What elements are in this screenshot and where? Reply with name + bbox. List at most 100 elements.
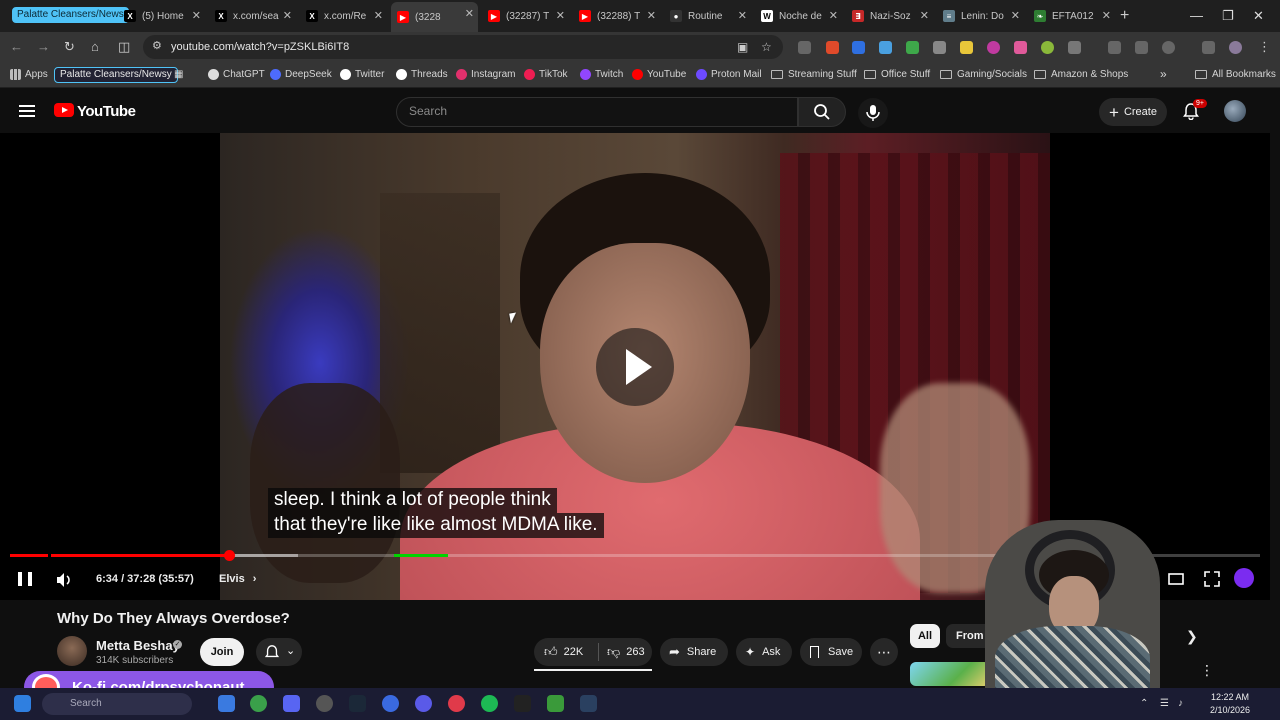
close-tab-icon[interactable]: ✕ (283, 9, 292, 22)
bookmark-threads[interactable]: Threads (396, 69, 448, 80)
share-button[interactable]: ➦ Share (660, 638, 728, 666)
dislike-button[interactable]: 👎︎ 263 (599, 644, 645, 660)
app-icon[interactable] (448, 695, 465, 712)
browser-tab[interactable]: ❧ EFTA012 ✕ (1028, 4, 1115, 28)
profile-avatar[interactable] (1229, 41, 1242, 54)
extension-icon[interactable] (1041, 41, 1054, 54)
app-icon[interactable] (382, 695, 399, 712)
close-tab-icon[interactable]: ✕ (829, 9, 838, 22)
restore-icon[interactable]: ❐ (1222, 8, 1234, 24)
taskbar-search[interactable]: Search (42, 693, 192, 715)
subscription-bell-button[interactable]: ⌄ (256, 638, 302, 666)
browser-tab[interactable]: Xx.com/Re ✕ (300, 4, 387, 28)
channel-name[interactable]: Metta Beshay (96, 638, 180, 653)
sponsorblock-icon[interactable] (1234, 568, 1254, 588)
network-icon[interactable]: ☰ (1160, 698, 1169, 709)
search-input[interactable] (409, 104, 779, 118)
bookmark-tiktok[interactable]: TikTok (524, 69, 568, 80)
volume-icon[interactable] (54, 570, 74, 590)
extension-icon[interactable] (879, 41, 892, 54)
volume-tray-icon[interactable]: ♪ (1178, 698, 1183, 709)
browser-tab[interactable]: ▶ (32287) T ✕ (482, 4, 569, 28)
close-tab-icon[interactable]: ✕ (920, 9, 929, 22)
search-box[interactable] (396, 97, 798, 127)
close-tab-icon[interactable]: ✕ (465, 7, 474, 20)
forward-icon[interactable]: → (37, 39, 50, 54)
more-actions-icon[interactable]: ⋯ (870, 638, 898, 666)
close-tab-icon[interactable]: ✕ (374, 9, 383, 22)
join-button[interactable]: Join (200, 638, 244, 666)
app-icon[interactable] (316, 695, 333, 712)
bookmark-twitter[interactable]: Twitter (340, 69, 384, 80)
signal-icon[interactable] (415, 695, 432, 712)
discord-icon[interactable] (283, 695, 300, 712)
chevron-right-icon[interactable]: ❯ (1186, 628, 1198, 645)
search-button[interactable] (798, 97, 846, 127)
tray-chevron-icon[interactable]: ⌃ (1140, 698, 1148, 709)
browser-tab[interactable]: ≡ Lenin: Do ✕ (937, 4, 1024, 28)
chapter-button[interactable]: Elvis › (219, 573, 256, 585)
apps-shortcut[interactable]: Apps (10, 69, 48, 80)
minimize-icon[interactable]: — (1190, 8, 1203, 23)
bookmark-star-icon[interactable]: ☆ (761, 40, 772, 54)
bookmark-folder[interactable]: Streaming Stuff (771, 69, 857, 80)
sidebar-toggle-icon[interactable]: ◫ (118, 39, 130, 55)
extension-icon[interactable] (826, 41, 839, 54)
tab-groups-icon[interactable]: ▦ (174, 69, 183, 80)
browser-tab[interactable]: X (5) Home ✕ (118, 4, 205, 28)
pause-icon[interactable] (18, 572, 32, 586)
chip-all[interactable]: All (910, 624, 940, 648)
save-button[interactable]: Save (800, 638, 862, 666)
recommended-video-thumbnail[interactable] (910, 662, 990, 686)
cast-icon[interactable]: ▣ (737, 40, 748, 54)
bookmark-folder[interactable]: Gaming/Socials (940, 69, 1027, 80)
hamburger-menu-icon[interactable] (19, 105, 35, 117)
bookmark-chatgpt[interactable]: ChatGPT (208, 69, 265, 80)
channel-avatar[interactable] (57, 636, 87, 666)
close-tab-icon[interactable]: ✕ (556, 9, 565, 22)
more-vertical-icon[interactable]: ⋮ (1200, 662, 1214, 679)
close-tab-icon[interactable]: ✕ (192, 9, 201, 22)
progress-scrubber-handle[interactable] (223, 550, 235, 561)
browser-tab[interactable]: ▶ (32288) T ✕ (573, 4, 660, 28)
youtube-logo-icon[interactable] (54, 103, 74, 117)
close-window-icon[interactable]: ✕ (1253, 8, 1264, 24)
bookmark-deepseek[interactable]: DeepSeek (270, 69, 332, 80)
windows-start-icon[interactable] (14, 695, 31, 712)
account-avatar[interactable] (1224, 100, 1246, 122)
like-button[interactable]: 👍︎ 22K (534, 644, 598, 660)
steam-icon[interactable] (580, 695, 597, 712)
history-icon[interactable] (1162, 41, 1175, 54)
bookmark-proton-mail[interactable]: Proton Mail (696, 69, 762, 80)
home-icon[interactable]: ⌂ (91, 39, 99, 54)
bookmark-instagram[interactable]: Instagram (456, 69, 515, 80)
app-icon[interactable] (547, 695, 564, 712)
close-tab-icon[interactable]: ✕ (647, 9, 656, 22)
voice-search-button[interactable] (858, 98, 888, 128)
extension-icon[interactable] (1014, 41, 1027, 54)
extension-icon[interactable] (960, 41, 973, 54)
address-bar[interactable]: ⚙ youtube.com/watch?v=pZSKLBi6IT8 ▣ ☆ (143, 35, 783, 59)
close-tab-icon[interactable]: ✕ (1102, 9, 1111, 22)
media-controls-icon[interactable] (1202, 41, 1215, 54)
extension-icon[interactable] (852, 41, 865, 54)
spotify-icon[interactable] (481, 695, 498, 712)
browser-tab[interactable]: ∃ Nazi-Soz ✕ (846, 4, 933, 28)
create-button[interactable]: + Create (1099, 98, 1167, 126)
extension-icon[interactable] (906, 41, 919, 54)
close-tab-icon[interactable]: ✕ (738, 9, 747, 22)
new-tab-button[interactable]: + (1120, 7, 1129, 25)
bookmark-palatte-folder[interactable]: Palatte Cleansers/Newsy (54, 67, 178, 83)
browser-tab[interactable]: ● Routine ✕ (664, 4, 751, 28)
extension-icon[interactable] (798, 41, 811, 54)
browser-tab[interactable]: ▶ (3228 ✕ (391, 2, 478, 32)
play-button-icon[interactable] (596, 328, 674, 406)
youtube-wordmark[interactable]: YouTube (77, 103, 136, 120)
browser-tab[interactable]: W Noche de ✕ (755, 4, 842, 28)
steam-icon[interactable] (349, 695, 366, 712)
extension-icon[interactable] (933, 41, 946, 54)
extension-icon[interactable] (987, 41, 1000, 54)
chrome-icon[interactable] (250, 695, 267, 712)
all-bookmarks-folder[interactable]: All Bookmarks (1195, 69, 1276, 80)
theater-mode-icon[interactable] (1167, 570, 1185, 588)
